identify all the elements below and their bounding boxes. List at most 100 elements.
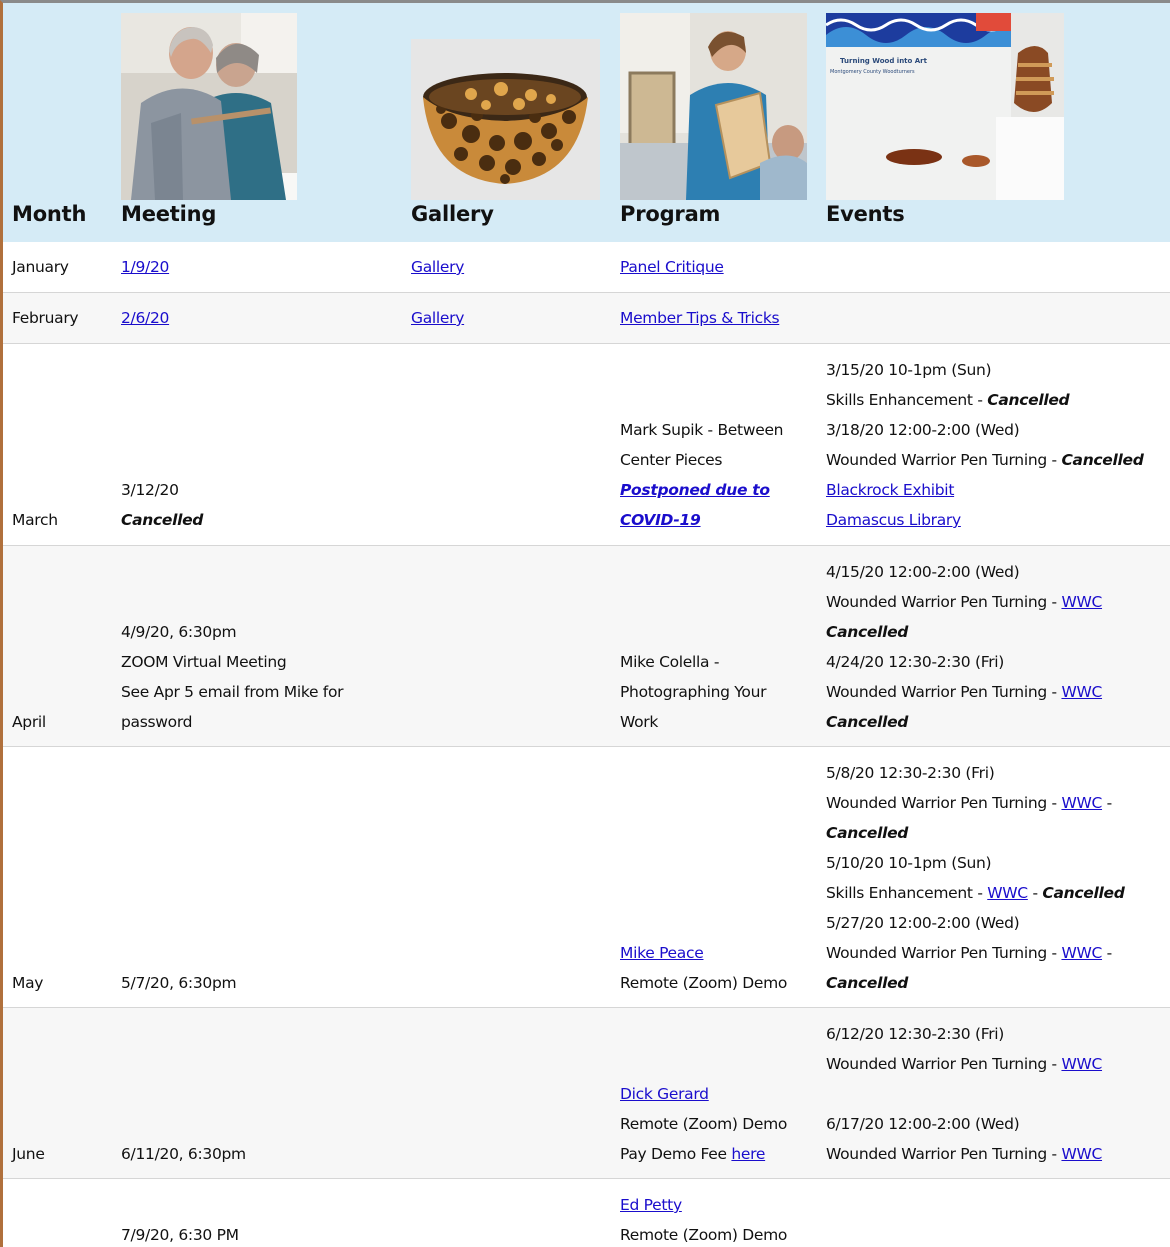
- event-date: 3/15/20 10-1pm (Sun): [826, 361, 992, 379]
- header-events: Events: [826, 202, 905, 226]
- event-date: 5/8/20 12:30-2:30 (Fri): [826, 764, 995, 782]
- program-cell: Mark Supik - Between Center Pieces Postp…: [620, 415, 820, 535]
- pay-demo-fee-link[interactable]: here: [731, 1145, 765, 1163]
- table-row-february: February 2/6/20 Gallery Member Tips & Tr…: [3, 293, 1170, 344]
- gallery-link[interactable]: Gallery: [411, 303, 464, 333]
- meeting-photo: [121, 13, 297, 200]
- events-cell: 6/12/20 12:30-2:30 (Fri) Wounded Warrior…: [826, 1019, 1170, 1169]
- program-text: Remote (Zoom) Demo: [620, 974, 788, 992]
- program-link[interactable]: Member Tips & Tricks: [620, 303, 780, 333]
- header-month: Month: [12, 202, 87, 226]
- program-text: Remote (Zoom) Demo: [620, 1115, 788, 1133]
- meeting-link[interactable]: 2/6/20: [121, 303, 169, 333]
- program-text: Pay Demo Fee: [620, 1145, 732, 1163]
- meeting-cell: 4/9/20, 6:30pm ZOOM Virtual Meeting See …: [121, 617, 401, 737]
- program-text: Center Pieces: [620, 451, 723, 469]
- meeting-status: Cancelled: [121, 511, 204, 529]
- program-text: Mark Supik - Between: [620, 421, 784, 439]
- blackrock-exhibit-link[interactable]: Blackrock Exhibit: [826, 481, 954, 499]
- ed-petty-link[interactable]: Ed Petty: [620, 1196, 682, 1214]
- event-date: 6/12/20 12:30-2:30 (Fri): [826, 1025, 1005, 1043]
- program-link[interactable]: Panel Critique: [620, 252, 724, 282]
- program-text: Work: [620, 713, 659, 731]
- event-date: 6/17/20 12:00-2:00 (Wed): [826, 1115, 1020, 1133]
- event-name: Skills Enhancement -: [826, 884, 988, 902]
- event-separator: -: [1102, 794, 1113, 812]
- meeting-date: 3/12/20: [121, 481, 179, 499]
- month-cell: June: [12, 1145, 45, 1163]
- program-cell: Dick Gerard Remote (Zoom) Demo Pay Demo …: [620, 1079, 820, 1169]
- event-status: Cancelled: [826, 713, 909, 731]
- header-gallery: Gallery: [411, 202, 494, 226]
- program-cell: Ed Petty Remote (Zoom) Demo: [620, 1190, 820, 1247]
- events-photo: Turning Wood into Art Montgomery County …: [826, 13, 1064, 200]
- event-name: Wounded Warrior Pen Turning -: [826, 593, 1062, 611]
- month-cell: May: [12, 974, 44, 992]
- meeting-date: 6/11/20, 6:30pm: [121, 1145, 246, 1163]
- header-meeting: Meeting: [121, 202, 217, 226]
- event-name: Wounded Warrior Pen Turning -: [826, 944, 1062, 962]
- event-separator: -: [1027, 884, 1043, 902]
- event-date: 5/27/20 12:00-2:00 (Wed): [826, 914, 1020, 932]
- event-status: Cancelled: [1042, 884, 1125, 902]
- program-text: Remote (Zoom) Demo: [620, 1226, 788, 1244]
- event-status: Cancelled: [826, 824, 909, 842]
- postponed-link[interactable]: Postponed due to: [620, 481, 770, 499]
- event-date: 4/24/20 12:30-2:30 (Fri): [826, 653, 1005, 671]
- header-program: Program: [620, 202, 721, 226]
- meeting-date: 5/7/20, 6:30pm: [121, 974, 237, 992]
- table-row-july: 7/9/20, 6:30 PM Ed Petty Remote (Zoom) D…: [3, 1179, 1170, 1247]
- table-row-june: June 6/11/20, 6:30pm Dick Gerard Remote …: [3, 1008, 1170, 1179]
- gallery-link[interactable]: Gallery: [411, 252, 464, 282]
- meeting-text: password: [121, 713, 193, 731]
- table-row-january: January 1/9/20 Gallery Panel Critique: [3, 242, 1170, 293]
- program-text: Mike Colella -: [620, 653, 720, 671]
- event-name: Wounded Warrior Pen Turning -: [826, 683, 1062, 701]
- wwc-link[interactable]: WWC: [1061, 1145, 1102, 1163]
- mike-peace-link[interactable]: Mike Peace: [620, 944, 704, 962]
- meeting-date: 7/9/20, 6:30 PM: [121, 1226, 239, 1244]
- event-name: Wounded Warrior Pen Turning -: [826, 1055, 1062, 1073]
- covid-link[interactable]: COVID-19: [620, 511, 701, 529]
- event-name: Skills Enhancement -: [826, 391, 988, 409]
- event-name: Wounded Warrior Pen Turning -: [826, 1145, 1062, 1163]
- wwc-link[interactable]: WWC: [1061, 683, 1102, 701]
- events-cell: 3/15/20 10-1pm (Sun) Skills Enhancement …: [826, 355, 1170, 535]
- events-cell: 5/8/20 12:30-2:30 (Fri) Wounded Warrior …: [826, 758, 1170, 998]
- meeting-text: ZOOM Virtual Meeting: [121, 653, 287, 671]
- table-row-april: April 4/9/20, 6:30pm ZOOM Virtual Meetin…: [3, 546, 1170, 747]
- event-status: Cancelled: [826, 974, 909, 992]
- event-status: Cancelled: [987, 391, 1070, 409]
- meeting-link[interactable]: 1/9/20: [121, 252, 169, 282]
- meeting-date: 4/9/20, 6:30pm: [121, 623, 237, 641]
- meeting-cell: 3/12/20 Cancelled: [121, 475, 401, 535]
- table-header: Turning Wood into Art Montgomery County …: [3, 3, 1170, 242]
- table-row-may: May 5/7/20, 6:30pm Mike Peace Remote (Zo…: [3, 747, 1170, 1008]
- gallery-photo: [411, 39, 600, 200]
- event-name: Wounded Warrior Pen Turning -: [826, 451, 1062, 469]
- wwc-link[interactable]: WWC: [1061, 593, 1102, 611]
- schedule-page: Turning Wood into Art Montgomery County …: [0, 0, 1170, 1247]
- event-status: Cancelled: [826, 623, 909, 641]
- damascus-library-link[interactable]: Damascus Library: [826, 511, 961, 529]
- program-text: Photographing Your: [620, 683, 767, 701]
- month-cell: January: [12, 258, 69, 276]
- program-photo: [620, 13, 807, 200]
- event-name: Wounded Warrior Pen Turning -: [826, 794, 1062, 812]
- dick-gerard-link[interactable]: Dick Gerard: [620, 1085, 709, 1103]
- table-row-march: March 3/12/20 Cancelled Mark Supik - Bet…: [3, 344, 1170, 546]
- wwc-link[interactable]: WWC: [1061, 794, 1102, 812]
- exhibit-banner-title: Turning Wood into Art: [840, 57, 927, 65]
- event-separator: -: [1102, 944, 1113, 962]
- exhibit-banner-subtitle: Montgomery County Woodturners: [830, 69, 915, 75]
- wwc-link[interactable]: WWC: [1061, 944, 1102, 962]
- wwc-link[interactable]: WWC: [987, 884, 1028, 902]
- program-cell: Mike Colella - Photographing Your Work: [620, 647, 820, 737]
- month-cell: April: [12, 713, 46, 731]
- month-cell: February: [12, 309, 79, 327]
- event-status: Cancelled: [1061, 451, 1144, 469]
- events-cell: 4/15/20 12:00-2:00 (Wed) Wounded Warrior…: [826, 557, 1170, 737]
- event-date: 4/15/20 12:00-2:00 (Wed): [826, 563, 1020, 581]
- event-date: 3/18/20 12:00-2:00 (Wed): [826, 421, 1020, 439]
- wwc-link[interactable]: WWC: [1061, 1055, 1102, 1073]
